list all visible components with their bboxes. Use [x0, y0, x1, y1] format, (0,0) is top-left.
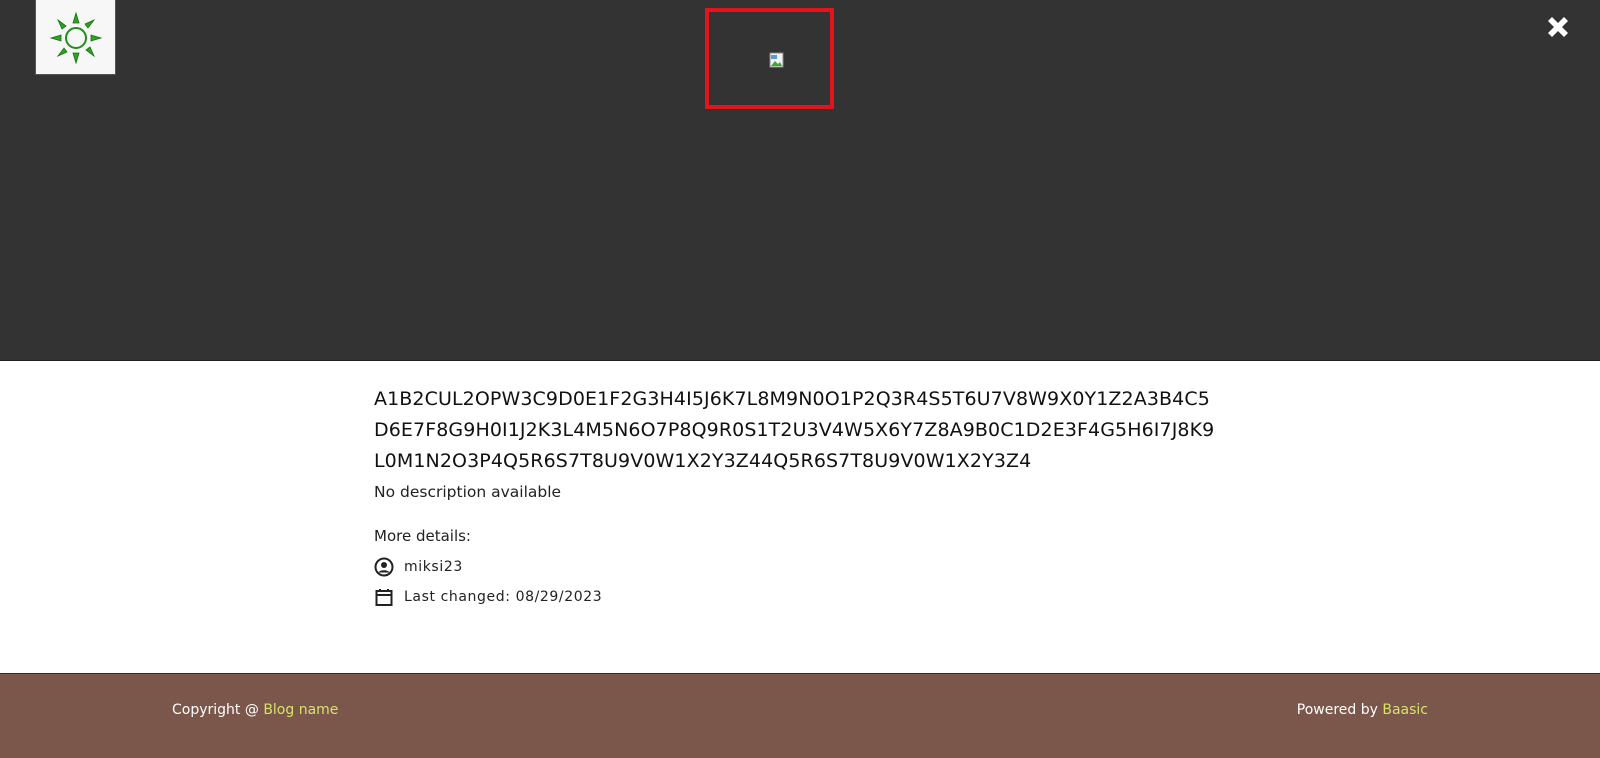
powered-by-prefix: Powered by [1296, 702, 1383, 718]
sun-logo-icon [49, 11, 103, 65]
post-title: A1B2CUL2OPW3C9D0E1F2G3H4I5J6K7L8M9N0O1P2… [374, 388, 1215, 472]
post-image-frame [705, 8, 834, 109]
baasic-link[interactable]: Baasic [1382, 702, 1428, 718]
author-name[interactable]: miksi23 [404, 559, 463, 575]
post-content: A1B2CUL2OPW3C9D0E1F2G3H4I5J6K7L8M9N0O1P2… [374, 384, 1224, 607]
hero-header [0, 0, 1600, 361]
blog-name-link[interactable]: Blog name [263, 702, 338, 718]
broken-image-icon [769, 52, 784, 68]
user-icon [374, 557, 394, 577]
more-details-label: More details: [374, 527, 471, 545]
author-row: miksi23 [374, 557, 1224, 577]
powered-by-text: Powered by Baasic [1297, 702, 1428, 718]
last-changed-text: Last changed: 08/29/2023 [404, 589, 603, 605]
site-logo[interactable] [35, 0, 116, 75]
footer: Copyright @ Blog name Powered by Baasic [0, 673, 1600, 758]
copyright-prefix: Copyright @ [172, 702, 264, 718]
last-changed-row: Last changed: 08/29/2023 [374, 587, 1224, 607]
close-icon[interactable] [1543, 12, 1573, 42]
post-description: No description available [374, 483, 562, 501]
copyright-text: Copyright @ Blog name [172, 702, 338, 718]
calendar-icon [375, 589, 393, 606]
